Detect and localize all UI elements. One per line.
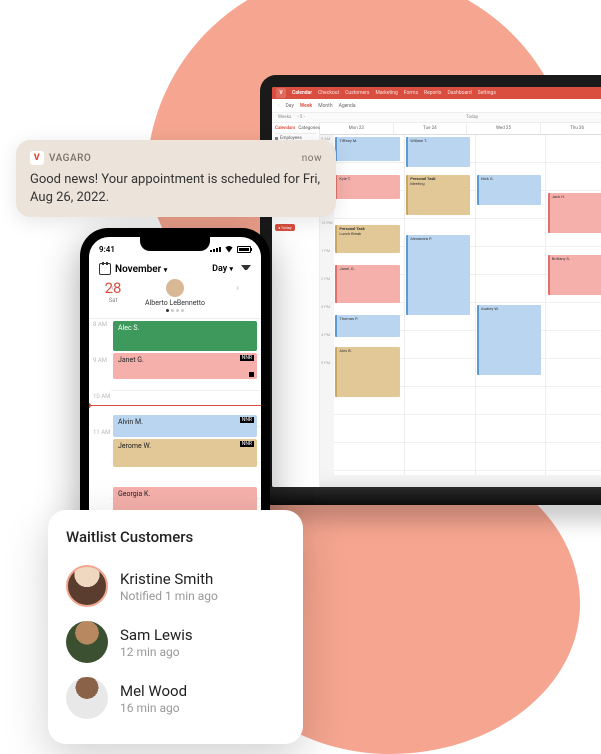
nav-dashboard[interactable]: Dashboard: [447, 90, 471, 96]
event[interactable]: Personal TaskMeeting: [406, 175, 470, 215]
sidebar-tab-categories[interactable]: Categories: [298, 126, 320, 131]
time-gutter: 8 AM9 AM10 AM11 AM: [89, 319, 111, 463]
day-column[interactable]: Nick G. Audrey W.: [476, 135, 547, 475]
nav-calendar[interactable]: Calendar: [292, 90, 312, 96]
event[interactable]: Thomas P.: [335, 315, 399, 337]
event[interactable]: Tiffany M.: [335, 137, 399, 161]
event[interactable]: Jerome W.NNR: [113, 439, 257, 467]
waitlist-row[interactable]: Mel Wood 16 min ago: [66, 670, 285, 726]
day-column[interactable]: William T. Personal TaskMeeting Alexandr…: [405, 135, 476, 475]
nav-customers[interactable]: Customers: [345, 90, 369, 96]
vagaro-logo-icon: V: [276, 88, 286, 98]
event[interactable]: Alvin M.NNR: [113, 415, 257, 437]
customer-name: Sam Lewis: [120, 626, 193, 644]
day-column[interactable]: Jack H. Brittany S.: [546, 135, 601, 475]
event[interactable]: Janel, G.: [335, 265, 399, 303]
pager-dots: [127, 309, 223, 312]
pager-prev-icon[interactable]: ‹: [111, 283, 114, 294]
customer-avatar: [66, 565, 108, 607]
week-prev[interactable]: ‹ 5 ›: [297, 115, 304, 120]
today-button[interactable]: ◂ Today: [275, 224, 295, 231]
notification-time: now: [302, 153, 322, 164]
view-week[interactable]: Week: [300, 103, 312, 109]
event[interactable]: Jack H.: [548, 193, 601, 233]
view-day[interactable]: Day: [286, 103, 294, 109]
event[interactable]: Audrey W.: [477, 305, 541, 375]
wifi-icon: [224, 246, 234, 253]
employee-pager[interactable]: ‹ › Alberto LeBennetto: [127, 279, 223, 312]
view-mode-bar: ‹ Day Week Month Agenda ‹ Nov 23, 2020 -…: [272, 99, 601, 113]
waitlist-row[interactable]: Kristine Smith Notified 1 min ago: [66, 558, 285, 614]
status-time: 9:41: [99, 245, 115, 254]
notification-app-name: VAGARO: [49, 153, 91, 164]
day-column[interactable]: Tiffany M. Kyle T. Personal TaskLunch Br…: [334, 135, 405, 475]
event[interactable]: Nick G.: [477, 175, 541, 205]
event[interactable]: Alexandra P.: [406, 235, 470, 315]
nav-settings[interactable]: Settings: [478, 90, 496, 96]
signal-icon: [210, 247, 221, 252]
today-link[interactable]: Today: [466, 115, 478, 120]
customer-status: 12 min ago: [120, 645, 193, 659]
customer-name: Mel Wood: [120, 682, 187, 700]
event[interactable]: Personal TaskLunch Break: [335, 225, 399, 253]
customer-status: 16 min ago: [120, 701, 187, 715]
event[interactable]: Alex B.: [335, 347, 399, 397]
sidebar-tab-calendars[interactable]: Calendars: [275, 126, 295, 131]
nav-checkout[interactable]: Checkout: [318, 90, 339, 96]
day-header[interactable]: Mon 23: [320, 123, 394, 134]
day-header[interactable]: Wed 25: [467, 123, 541, 134]
event[interactable]: Kyle T.: [335, 175, 399, 199]
customer-avatar: [66, 621, 108, 663]
push-notification[interactable]: V VAGARO now Good news! Your appointment…: [16, 140, 336, 217]
view-selector[interactable]: Day ▾: [212, 264, 233, 274]
view-agenda[interactable]: Agenda: [339, 103, 356, 109]
month-selector[interactable]: November ▾: [115, 264, 167, 275]
nav-forms[interactable]: Forms: [404, 90, 418, 96]
day-header[interactable]: Thu 26: [541, 123, 601, 134]
nav-reports[interactable]: Reports: [424, 90, 441, 96]
event[interactable]: Janet G.NNR: [113, 353, 257, 379]
weeks-label: Weeks: [278, 115, 291, 120]
nav-marketing[interactable]: Marketing: [375, 90, 397, 96]
employee-avatar: [166, 279, 184, 297]
event[interactable]: Alec S.: [113, 321, 257, 351]
laptop-base: [230, 487, 601, 505]
pager-next-icon[interactable]: ›: [236, 283, 239, 294]
waitlist-title: Waitlist Customers: [66, 528, 285, 546]
waitlist-card: Waitlist Customers Kristine Smith Notifi…: [48, 510, 303, 744]
filter-icon[interactable]: [241, 265, 251, 274]
top-nav-bar: V Calendar Checkout Customers Marketing …: [272, 87, 601, 99]
customer-status: Notified 1 min ago: [120, 589, 218, 603]
customer-avatar: [66, 677, 108, 719]
notification-body: Good news! Your appointment is scheduled…: [30, 171, 322, 206]
event[interactable]: Georgia K.: [113, 487, 257, 511]
employee-name: Alberto LeBennetto: [127, 299, 223, 307]
calendar-icon[interactable]: [99, 263, 111, 275]
event[interactable]: William T.: [406, 137, 470, 167]
vagaro-app-icon: V: [30, 151, 44, 165]
view-month[interactable]: Month: [318, 103, 332, 109]
now-indicator: [89, 405, 261, 406]
day-header[interactable]: Tue 24: [394, 123, 468, 134]
customer-name: Kristine Smith: [120, 570, 218, 588]
waitlist-row[interactable]: Sam Lewis 12 min ago: [66, 614, 285, 670]
battery-icon: [237, 246, 251, 253]
event[interactable]: Brittany S.: [548, 255, 601, 295]
calendar-header: November ▾ Day ▾: [89, 259, 261, 279]
